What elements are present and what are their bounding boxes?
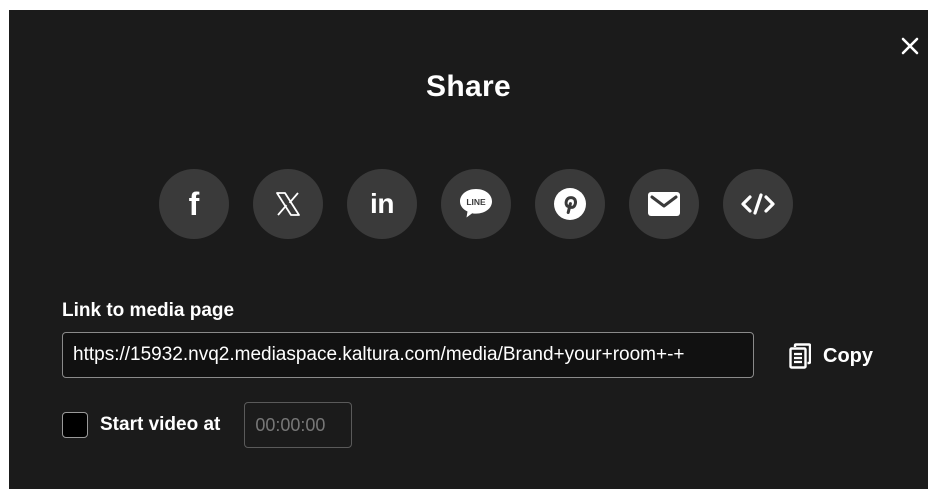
facebook-share-button[interactable]: f	[159, 169, 229, 239]
start-video-checkbox[interactable]	[62, 412, 88, 438]
pinterest-share-button[interactable]	[535, 169, 605, 239]
start-time-input[interactable]	[244, 402, 353, 448]
embed-code-icon	[741, 193, 775, 215]
line-icon: LINE	[460, 189, 492, 218]
dialog-title: Share	[426, 70, 511, 103]
email-icon	[648, 192, 680, 216]
svg-text:LINE: LINE	[466, 197, 486, 207]
close-button[interactable]	[898, 34, 922, 58]
social-share-row: f in LINE	[159, 169, 793, 239]
email-share-button[interactable]	[629, 169, 699, 239]
facebook-icon: f	[188, 186, 200, 222]
line-share-button[interactable]: LINE	[441, 169, 511, 239]
start-video-label: Start video at	[100, 414, 221, 435]
linkedin-share-button[interactable]: in	[347, 169, 417, 239]
pinterest-icon	[554, 188, 586, 220]
copy-button[interactable]: Copy	[789, 342, 873, 370]
copy-label: Copy	[823, 344, 873, 367]
share-dialog: Share f in LINE Link to media page https…	[9, 10, 928, 489]
linkedin-icon: in	[370, 188, 394, 219]
media-link-input[interactable]	[62, 332, 754, 378]
start-time-row: Start video at	[62, 402, 353, 448]
link-label: Link to media page	[62, 300, 235, 321]
close-icon	[901, 37, 919, 55]
copy-icon	[789, 343, 811, 369]
x-share-button[interactable]	[253, 169, 323, 239]
embed-share-button[interactable]	[723, 169, 793, 239]
x-icon	[276, 192, 300, 216]
